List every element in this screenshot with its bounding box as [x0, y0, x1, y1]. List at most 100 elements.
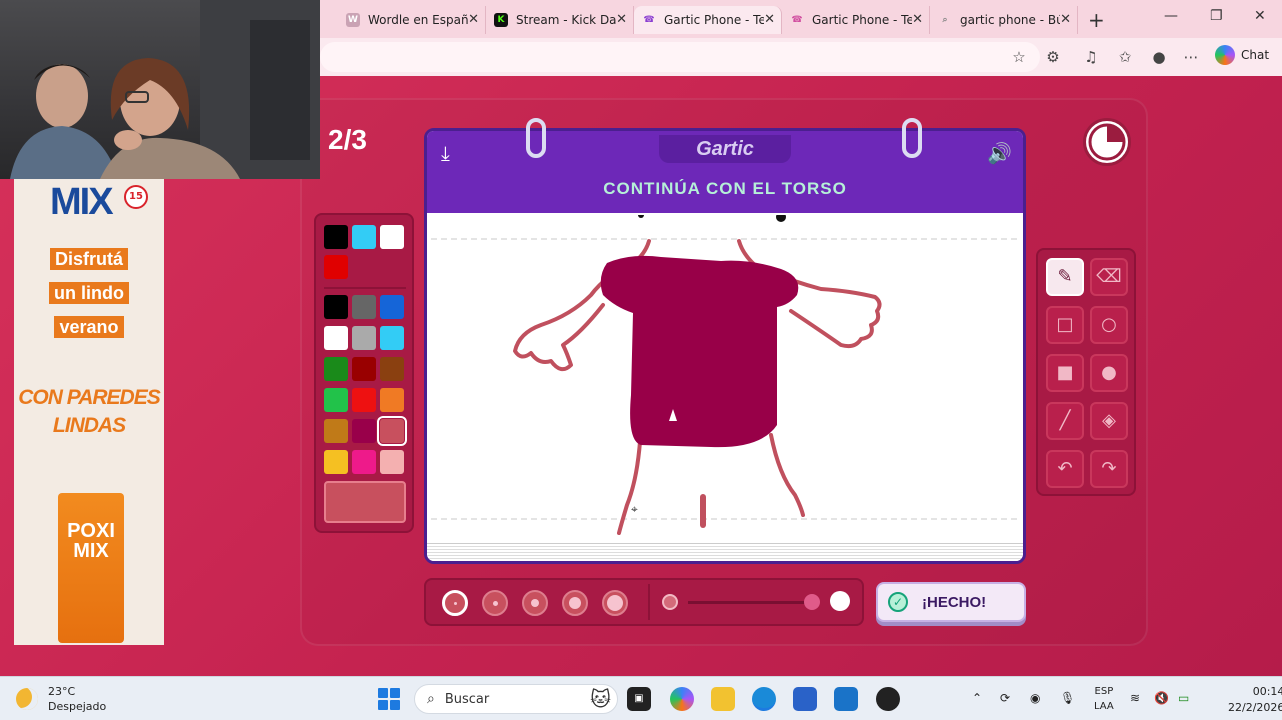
rectangle-fill-tool-button[interactable]: ■ — [1046, 354, 1084, 392]
done-button[interactable]: ✓ ¡HECHO! — [876, 582, 1026, 622]
color-swatch[interactable] — [324, 295, 348, 319]
color-swatch[interactable] — [324, 357, 348, 381]
address-input[interactable] — [320, 42, 1040, 72]
tray-chevron-up-icon[interactable]: ⌃ — [972, 691, 982, 705]
ellipse-outline-tool-button[interactable]: ○ — [1090, 306, 1128, 344]
volume-muted-icon[interactable]: 🔇 — [1154, 691, 1169, 705]
fill-bucket-tool-button[interactable]: ◈ — [1090, 402, 1128, 440]
file-explorer-icon[interactable] — [711, 687, 735, 711]
tab-wordle[interactable]: W Wordle en Español ✕ — [338, 6, 486, 34]
opacity-slider[interactable] — [648, 584, 860, 620]
tab-kick-stream[interactable]: K Stream - Kick Dashb ✕ — [486, 6, 634, 34]
circle-outline-icon: ○ — [1101, 314, 1117, 335]
close-icon[interactable]: ✕ — [912, 12, 923, 27]
color-swatch[interactable] — [380, 326, 404, 350]
drawing-canvas[interactable]: ⌖ — [431, 212, 1019, 545]
copilot-chat-button[interactable]: Chat — [1215, 45, 1269, 65]
input-language[interactable]: ESP LAA — [1094, 684, 1114, 714]
sync-icon[interactable]: ⟳ — [1000, 691, 1010, 705]
undo-button[interactable]: ↶ — [1046, 450, 1084, 488]
undo-icon: ↶ — [1057, 458, 1073, 479]
task-view-icon[interactable]: ▣ — [627, 687, 651, 711]
color-swatch[interactable] — [352, 295, 376, 319]
paint-bucket-icon: ◈ — [1102, 410, 1116, 431]
color-swatch[interactable] — [380, 450, 404, 474]
close-icon[interactable]: ✕ — [468, 12, 479, 27]
color-swatch[interactable] — [352, 326, 376, 350]
color-swatch[interactable] — [380, 388, 404, 412]
speaker-icon[interactable]: 🔊 — [987, 141, 1012, 165]
opacity-track[interactable] — [688, 601, 808, 604]
brush-size-2[interactable] — [482, 590, 508, 616]
torso-shirt — [600, 255, 799, 448]
media-icon[interactable]: ♫ — [1080, 46, 1102, 68]
obs-icon[interactable] — [876, 687, 900, 711]
color-swatch[interactable] — [380, 295, 404, 319]
close-window-icon[interactable]: ✕ — [1254, 8, 1266, 24]
close-icon[interactable]: ✕ — [616, 12, 627, 27]
close-icon[interactable]: ✕ — [1060, 12, 1071, 27]
network-app-icon[interactable]: ◉ — [1030, 691, 1040, 705]
color-swatch[interactable] — [324, 326, 348, 350]
color-swatch[interactable] — [352, 357, 376, 381]
tab-label: Wordle en Español — [368, 13, 468, 27]
close-icon[interactable]: ✕ — [764, 12, 775, 27]
taskbar-search-input[interactable]: ⌕ Buscar 🐱 — [414, 684, 618, 714]
copilot-app-icon[interactable] — [670, 687, 694, 711]
color-swatch[interactable] — [324, 419, 348, 443]
color-swatch[interactable] — [352, 419, 376, 443]
profile-avatar-icon[interactable]: ● — [1148, 46, 1170, 68]
ad-line-1: Disfrutá — [14, 248, 164, 270]
wordle-favicon-icon: W — [346, 13, 360, 27]
store-icon[interactable] — [793, 687, 817, 711]
eraser-icon: ⌫ — [1096, 266, 1122, 287]
tab-gartic-active[interactable]: ☎ Gartic Phone - Telé ✕ — [634, 6, 782, 34]
color-swatch[interactable] — [380, 225, 404, 249]
color-swatch[interactable] — [352, 225, 376, 249]
redo-button[interactable]: ↷ — [1090, 450, 1128, 488]
more-menu-icon[interactable]: ⋯ — [1180, 46, 1202, 68]
tab-search[interactable]: ⌕ gartic phone - Búsq ✕ — [930, 6, 1078, 34]
ad-brand-logo: MIX — [50, 181, 114, 223]
color-swatch[interactable] — [324, 388, 348, 412]
color-swatch[interactable] — [352, 450, 376, 474]
color-swatch[interactable] — [380, 357, 404, 381]
palette-divider — [324, 287, 406, 289]
tab-label: Stream - Kick Dashb — [516, 13, 616, 27]
brush-size-1[interactable] — [442, 590, 468, 616]
new-tab-plus-icon[interactable]: + — [1088, 8, 1105, 32]
notebook-ring-left — [526, 118, 546, 158]
color-swatch[interactable] — [324, 450, 348, 474]
favorites-icon[interactable]: ✩ — [1114, 46, 1136, 68]
weather-widget[interactable]: 23°C Despejado — [16, 684, 106, 714]
color-swatch[interactable] — [324, 255, 348, 279]
color-swatch[interactable] — [352, 388, 376, 412]
battery-icon[interactable]: ▭ — [1178, 691, 1189, 705]
brush-size-3[interactable] — [522, 590, 548, 616]
system-clock[interactable]: 00:14 22/2/2026 — [1228, 684, 1282, 716]
wifi-icon[interactable]: ≋ — [1130, 691, 1140, 705]
round-counter: 2/3 — [328, 124, 367, 155]
eraser-tool-button[interactable]: ⌫ — [1090, 258, 1128, 296]
advertisement-banner[interactable]: MIX 15 Disfrutá un lindo verano CON PARE… — [14, 179, 164, 645]
color-swatch[interactable] — [324, 225, 348, 249]
brush-size-4[interactable] — [562, 590, 588, 616]
minimize-icon[interactable]: — — [1164, 8, 1178, 24]
maximize-icon[interactable]: ❐ — [1210, 8, 1223, 24]
tab-gartic-2[interactable]: ☎ Gartic Phone - Telé ✕ — [782, 6, 930, 34]
rectangle-outline-tool-button[interactable]: □ — [1046, 306, 1084, 344]
start-windows-icon[interactable] — [378, 688, 400, 710]
pencil-tool-button[interactable]: ✎ — [1046, 258, 1084, 296]
line-tool-button[interactable]: ╱ — [1046, 402, 1084, 440]
download-icon[interactable]: ⤓ — [441, 141, 450, 165]
outlook-icon[interactable] — [834, 687, 858, 711]
microphone-icon[interactable]: 🎙 — [1060, 691, 1075, 705]
search-placeholder: Buscar — [444, 691, 490, 707]
brush-size-5[interactable] — [602, 590, 628, 616]
color-swatch[interactable] — [377, 416, 407, 446]
edge-browser-icon[interactable] — [752, 687, 776, 711]
extensions-icon[interactable]: ⚙ — [1042, 46, 1064, 68]
opacity-thumb[interactable] — [804, 594, 820, 610]
ellipse-fill-tool-button[interactable]: ● — [1090, 354, 1128, 392]
favorite-star-icon[interactable]: ☆ — [1008, 46, 1030, 68]
